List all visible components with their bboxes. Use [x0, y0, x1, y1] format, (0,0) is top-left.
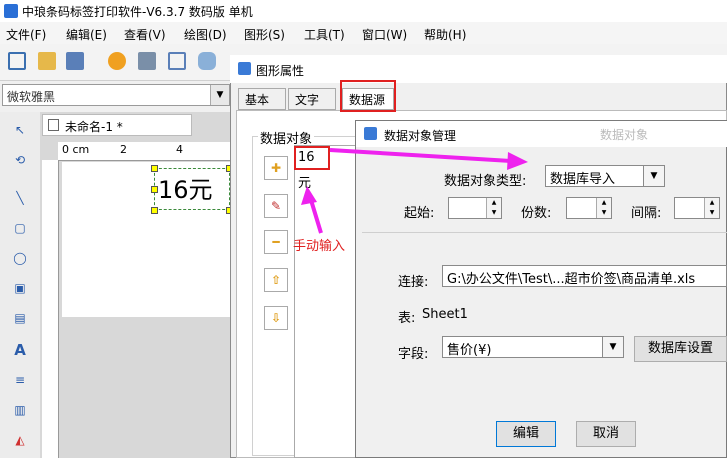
- arrow-to-item: [309, 199, 323, 234]
- arrowhead-icon: [507, 152, 528, 170]
- arrow-to-data-dialog: [329, 148, 513, 163]
- annotation-arrows: [301, 148, 528, 234]
- arrowhead-icon: [301, 186, 317, 205]
